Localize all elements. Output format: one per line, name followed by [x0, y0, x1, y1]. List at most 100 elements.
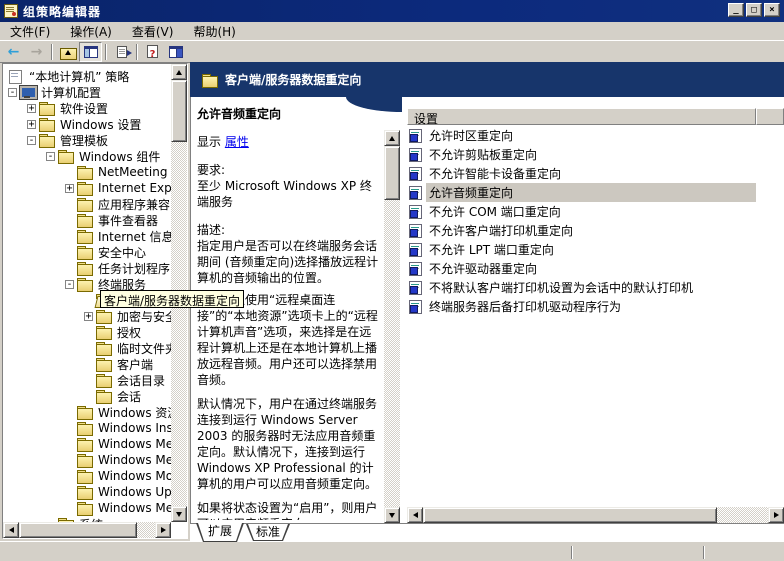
tab-extended[interactable]: 扩展 — [196, 523, 244, 542]
collapse-icon[interactable]: - — [27, 136, 36, 145]
collapse-icon[interactable]: - — [8, 88, 17, 97]
menu-file[interactable]: 文件(F) — [0, 21, 60, 42]
up-one-level-button[interactable] — [56, 42, 79, 62]
setting-row[interactable]: 不允许 COM 端口重定向 — [409, 202, 756, 221]
description-scroll-down-button[interactable] — [384, 507, 400, 523]
collapse-icon[interactable]: - — [46, 152, 55, 161]
folder-icon — [77, 214, 92, 226]
expand-icon[interactable]: + — [27, 120, 36, 129]
folder-icon — [96, 310, 111, 322]
tree-item-windows-explorer[interactable]: Windows 资源 — [3, 404, 171, 420]
computer-icon — [20, 86, 35, 98]
back-button[interactable]: ← — [2, 42, 25, 62]
tree-item-windows-components[interactable]: -Windows 组件 — [3, 148, 171, 164]
list-horizontal-scrollbar-thumb[interactable] — [423, 507, 717, 523]
tree-item-temporary-folders[interactable]: 临时文件夹 — [3, 340, 171, 356]
tree-item-computer-configuration[interactable]: -计算机配置 — [3, 84, 171, 100]
tree-vertical-scrollbar-thumb[interactable] — [171, 80, 187, 142]
tree-item-licensing[interactable]: 授权 — [3, 324, 171, 340]
folder-icon — [39, 118, 54, 130]
tree-item-administrative-templates[interactable]: -管理模板 — [3, 132, 171, 148]
tree-scroll-up-button[interactable] — [171, 64, 187, 80]
setting-row[interactable]: 不允许驱动器重定向 — [409, 259, 756, 278]
requirements-block: 要求: 至少 Microsoft Windows XP 终端服务 — [197, 162, 382, 210]
list-column-header-setting[interactable]: 设置 — [407, 108, 756, 125]
tree-item-application-compatibility[interactable]: 应用程序兼容 — [3, 196, 171, 212]
tree-item-software-settings[interactable]: +软件设置 — [3, 100, 171, 116]
tree-item-encryption-and-security[interactable]: +加密与安全 — [3, 308, 171, 324]
show-action-pane-button[interactable] — [164, 42, 187, 62]
tree-item-task-scheduler[interactable]: 任务计划程序 — [3, 260, 171, 276]
folder-icon — [77, 246, 92, 258]
description-scrollbar-thumb[interactable] — [384, 146, 400, 200]
list-column-header-state[interactable] — [756, 108, 784, 125]
tree-item-session-directory[interactable]: 会话目录 — [3, 372, 171, 388]
setting-row[interactable]: 不允许剪贴板重定向 — [409, 145, 756, 164]
setting-row[interactable]: 终端服务器后备打印机驱动程序行为 — [409, 297, 756, 316]
expand-icon[interactable]: + — [84, 312, 93, 321]
folder-icon — [77, 182, 92, 194]
tree-scroll-right-button[interactable] — [155, 522, 171, 538]
close-button[interactable]: × — [764, 3, 780, 17]
tree-item-internet-information[interactable]: Internet 信息 — [3, 228, 171, 244]
tree-horizontal-scrollbar-thumb[interactable] — [19, 522, 137, 538]
tree-item-sessions[interactable]: 会话 — [3, 388, 171, 404]
tree-item-netmeeting[interactable]: NetMeeting — [3, 164, 171, 180]
help-button[interactable]: ? — [141, 42, 164, 62]
view-tab-strip: 扩展 标准 — [190, 523, 784, 541]
toolbar: ← → ? — [0, 41, 784, 63]
tree-item-windows-movie-maker[interactable]: Windows Movi — [3, 468, 171, 484]
tree-item-local-computer-policy[interactable]: “本地计算机” 策略 — [3, 68, 171, 84]
window-controls: _ □ × — [728, 3, 780, 17]
description-paragraph: 默认情况下，用户在通过终端服务连接到运行 Windows Server 2003… — [197, 396, 382, 492]
setting-row[interactable]: 不允许智能卡设备重定向 — [409, 164, 756, 183]
setting-row[interactable]: 不允许客户端打印机重定向 — [409, 221, 756, 240]
menu-action[interactable]: 操作(A) — [60, 21, 122, 42]
setting-row[interactable]: 不允许 LPT 端口重定向 — [409, 240, 756, 259]
export-list-button[interactable] — [110, 42, 133, 62]
folder-icon — [39, 134, 54, 146]
tree-item-event-viewer[interactable]: 事件查看器 — [3, 212, 171, 228]
result-pane-title: 客户端/服务器数据重定向 — [225, 71, 361, 88]
setting-row[interactable]: 不将默认客户端打印机设置为会话中的默认打印机 — [409, 278, 756, 297]
toolbar-separator — [51, 44, 53, 60]
menu-view[interactable]: 查看(V) — [122, 21, 184, 42]
properties-link[interactable]: 属性 — [225, 135, 249, 149]
tree-scroll-left-button[interactable] — [3, 522, 19, 538]
description-scrollbar-track[interactable] — [384, 146, 400, 507]
back-icon: ← — [8, 45, 20, 59]
maximize-button[interactable]: □ — [746, 3, 762, 17]
display-line: 显示 属性 — [197, 134, 382, 150]
display-label: 显示 — [197, 135, 221, 149]
tree-item-windows-update[interactable]: Windows Upda — [3, 484, 171, 500]
tree-item-windows-media-2[interactable]: Windows Medi — [3, 500, 171, 516]
tree-scroll-down-button[interactable] — [171, 506, 187, 522]
folder-icon — [77, 230, 92, 242]
forward-button[interactable]: → — [25, 42, 48, 62]
tree-item-windows-messenger[interactable]: Windows Mess — [3, 436, 171, 452]
policy-setting-icon — [409, 129, 422, 143]
list-scroll-right-button[interactable] — [768, 507, 784, 523]
folder-icon — [77, 422, 92, 434]
menu-help[interactable]: 帮助(H) — [183, 21, 245, 42]
tab-standard[interactable]: 标准 — [246, 524, 290, 541]
tree-item-windows-installer[interactable]: Windows Inst — [3, 420, 171, 436]
tree-item-windows-media[interactable]: Windows Medi — [3, 452, 171, 468]
expand-icon[interactable]: + — [27, 104, 36, 113]
policy-setting-icon — [409, 148, 422, 162]
tree-item-internet-explorer[interactable]: +Internet Expl — [3, 180, 171, 196]
expand-icon[interactable]: + — [65, 184, 74, 193]
pane-splitter[interactable] — [400, 113, 407, 523]
show-console-tree-button[interactable] — [79, 42, 102, 62]
tree-item-windows-settings[interactable]: +Windows 设置 — [3, 116, 171, 132]
description-paragraph: 如果将状态设置为“启用”，则用户可以应用音频重定向。 — [197, 500, 382, 520]
setting-row-selected[interactable]: 允许音频重定向 — [409, 183, 756, 202]
tree-item-security-center[interactable]: 安全中心 — [3, 244, 171, 260]
description-scroll-up-button[interactable] — [384, 130, 400, 146]
tree-item-client[interactable]: 客户端 — [3, 356, 171, 372]
minimize-button[interactable]: _ — [728, 3, 744, 17]
list-scroll-left-button[interactable] — [407, 507, 423, 523]
collapse-icon[interactable]: - — [65, 280, 74, 289]
setting-row[interactable]: 允许时区重定向 — [409, 126, 756, 145]
action-pane-icon — [169, 46, 183, 58]
